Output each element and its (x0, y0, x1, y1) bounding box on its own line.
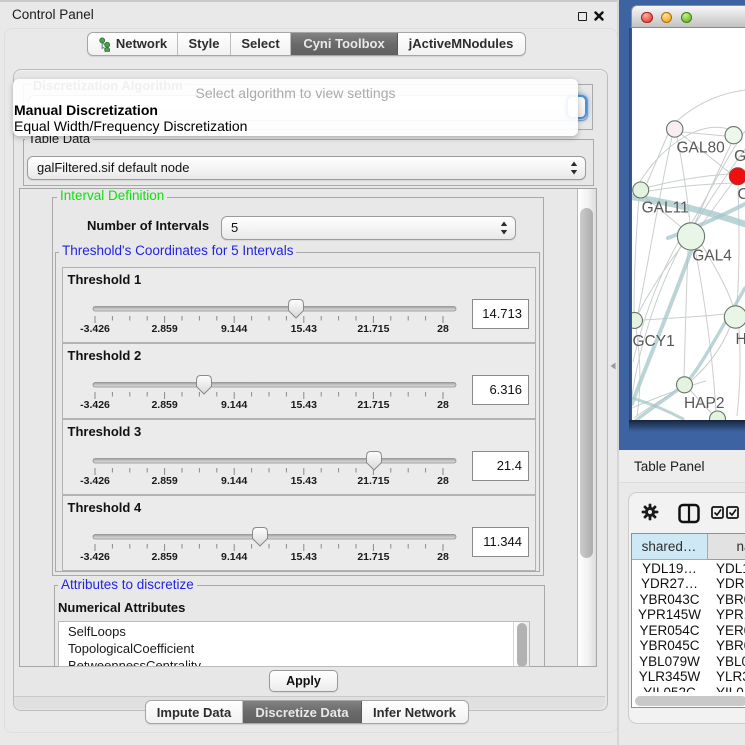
svg-text:28: 28 (437, 323, 449, 335)
svg-text:-3.426: -3.426 (80, 399, 110, 411)
svg-text:-3.426: -3.426 (80, 475, 110, 487)
svg-text:2.859: 2.859 (151, 551, 177, 563)
svg-text:21.715: 21.715 (357, 323, 389, 335)
svg-text:2.859: 2.859 (151, 475, 177, 487)
svg-text:28: 28 (437, 551, 449, 563)
svg-text:GAL80: GAL80 (677, 140, 726, 157)
svg-text:-3.426: -3.426 (80, 323, 110, 335)
svg-text:C: C (738, 186, 745, 203)
svg-text:9.144: 9.144 (221, 399, 247, 411)
svg-text:28: 28 (437, 399, 449, 411)
svg-text:2.859: 2.859 (151, 399, 177, 411)
svg-text:2.859: 2.859 (151, 323, 177, 335)
svg-text:15.43: 15.43 (291, 475, 317, 487)
svg-text:GAL11: GAL11 (642, 200, 689, 217)
svg-text:9.144: 9.144 (221, 551, 247, 563)
svg-text:15.43: 15.43 (291, 551, 317, 563)
svg-text:HAP2: HAP2 (684, 395, 725, 412)
svg-text:21.715: 21.715 (357, 399, 389, 411)
svg-text:9.144: 9.144 (221, 323, 247, 335)
svg-text:28: 28 (437, 475, 449, 487)
svg-text:-3.426: -3.426 (80, 551, 110, 563)
svg-text:9.144: 9.144 (221, 475, 247, 487)
svg-text:H: H (736, 331, 745, 348)
svg-text:21.715: 21.715 (357, 475, 389, 487)
svg-text:GCY1: GCY1 (633, 333, 675, 350)
svg-text:15.43: 15.43 (291, 399, 317, 411)
svg-text:G.: G. (734, 148, 745, 165)
svg-text:21.715: 21.715 (357, 551, 389, 563)
svg-text:GAL4: GAL4 (692, 248, 732, 265)
svg-text:15.43: 15.43 (291, 323, 317, 335)
